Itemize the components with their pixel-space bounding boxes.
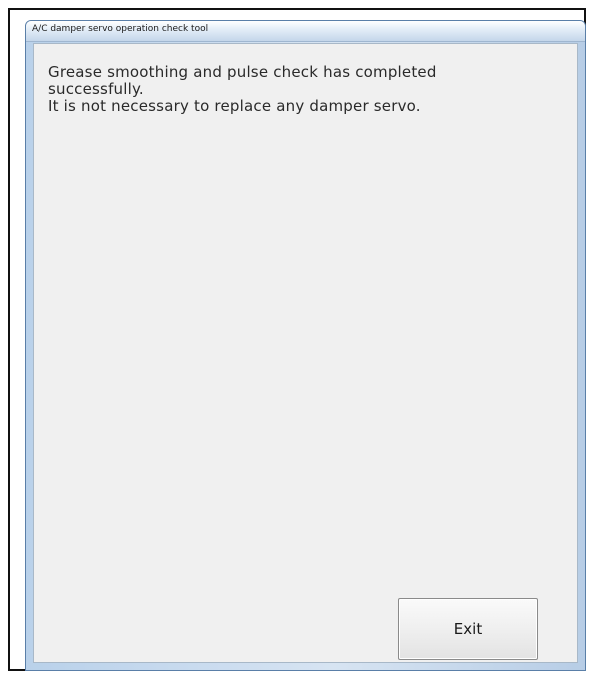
dialog-body: Grease smoothing and pulse check has com…	[33, 43, 578, 663]
window-title: A/C damper servo operation check tool	[32, 24, 209, 34]
message-line-1: Grease smoothing and pulse check has com…	[48, 63, 437, 81]
message-line-2: successfully.	[48, 80, 144, 98]
title-bar[interactable]: A/C damper servo operation check tool	[26, 21, 585, 42]
dialog-window: A/C damper servo operation check tool Gr…	[25, 20, 586, 671]
status-message: Grease smoothing and pulse check has com…	[48, 64, 548, 115]
message-line-3: It is not necessary to replace any dampe…	[48, 97, 421, 115]
exit-button[interactable]: Exit	[398, 598, 538, 660]
